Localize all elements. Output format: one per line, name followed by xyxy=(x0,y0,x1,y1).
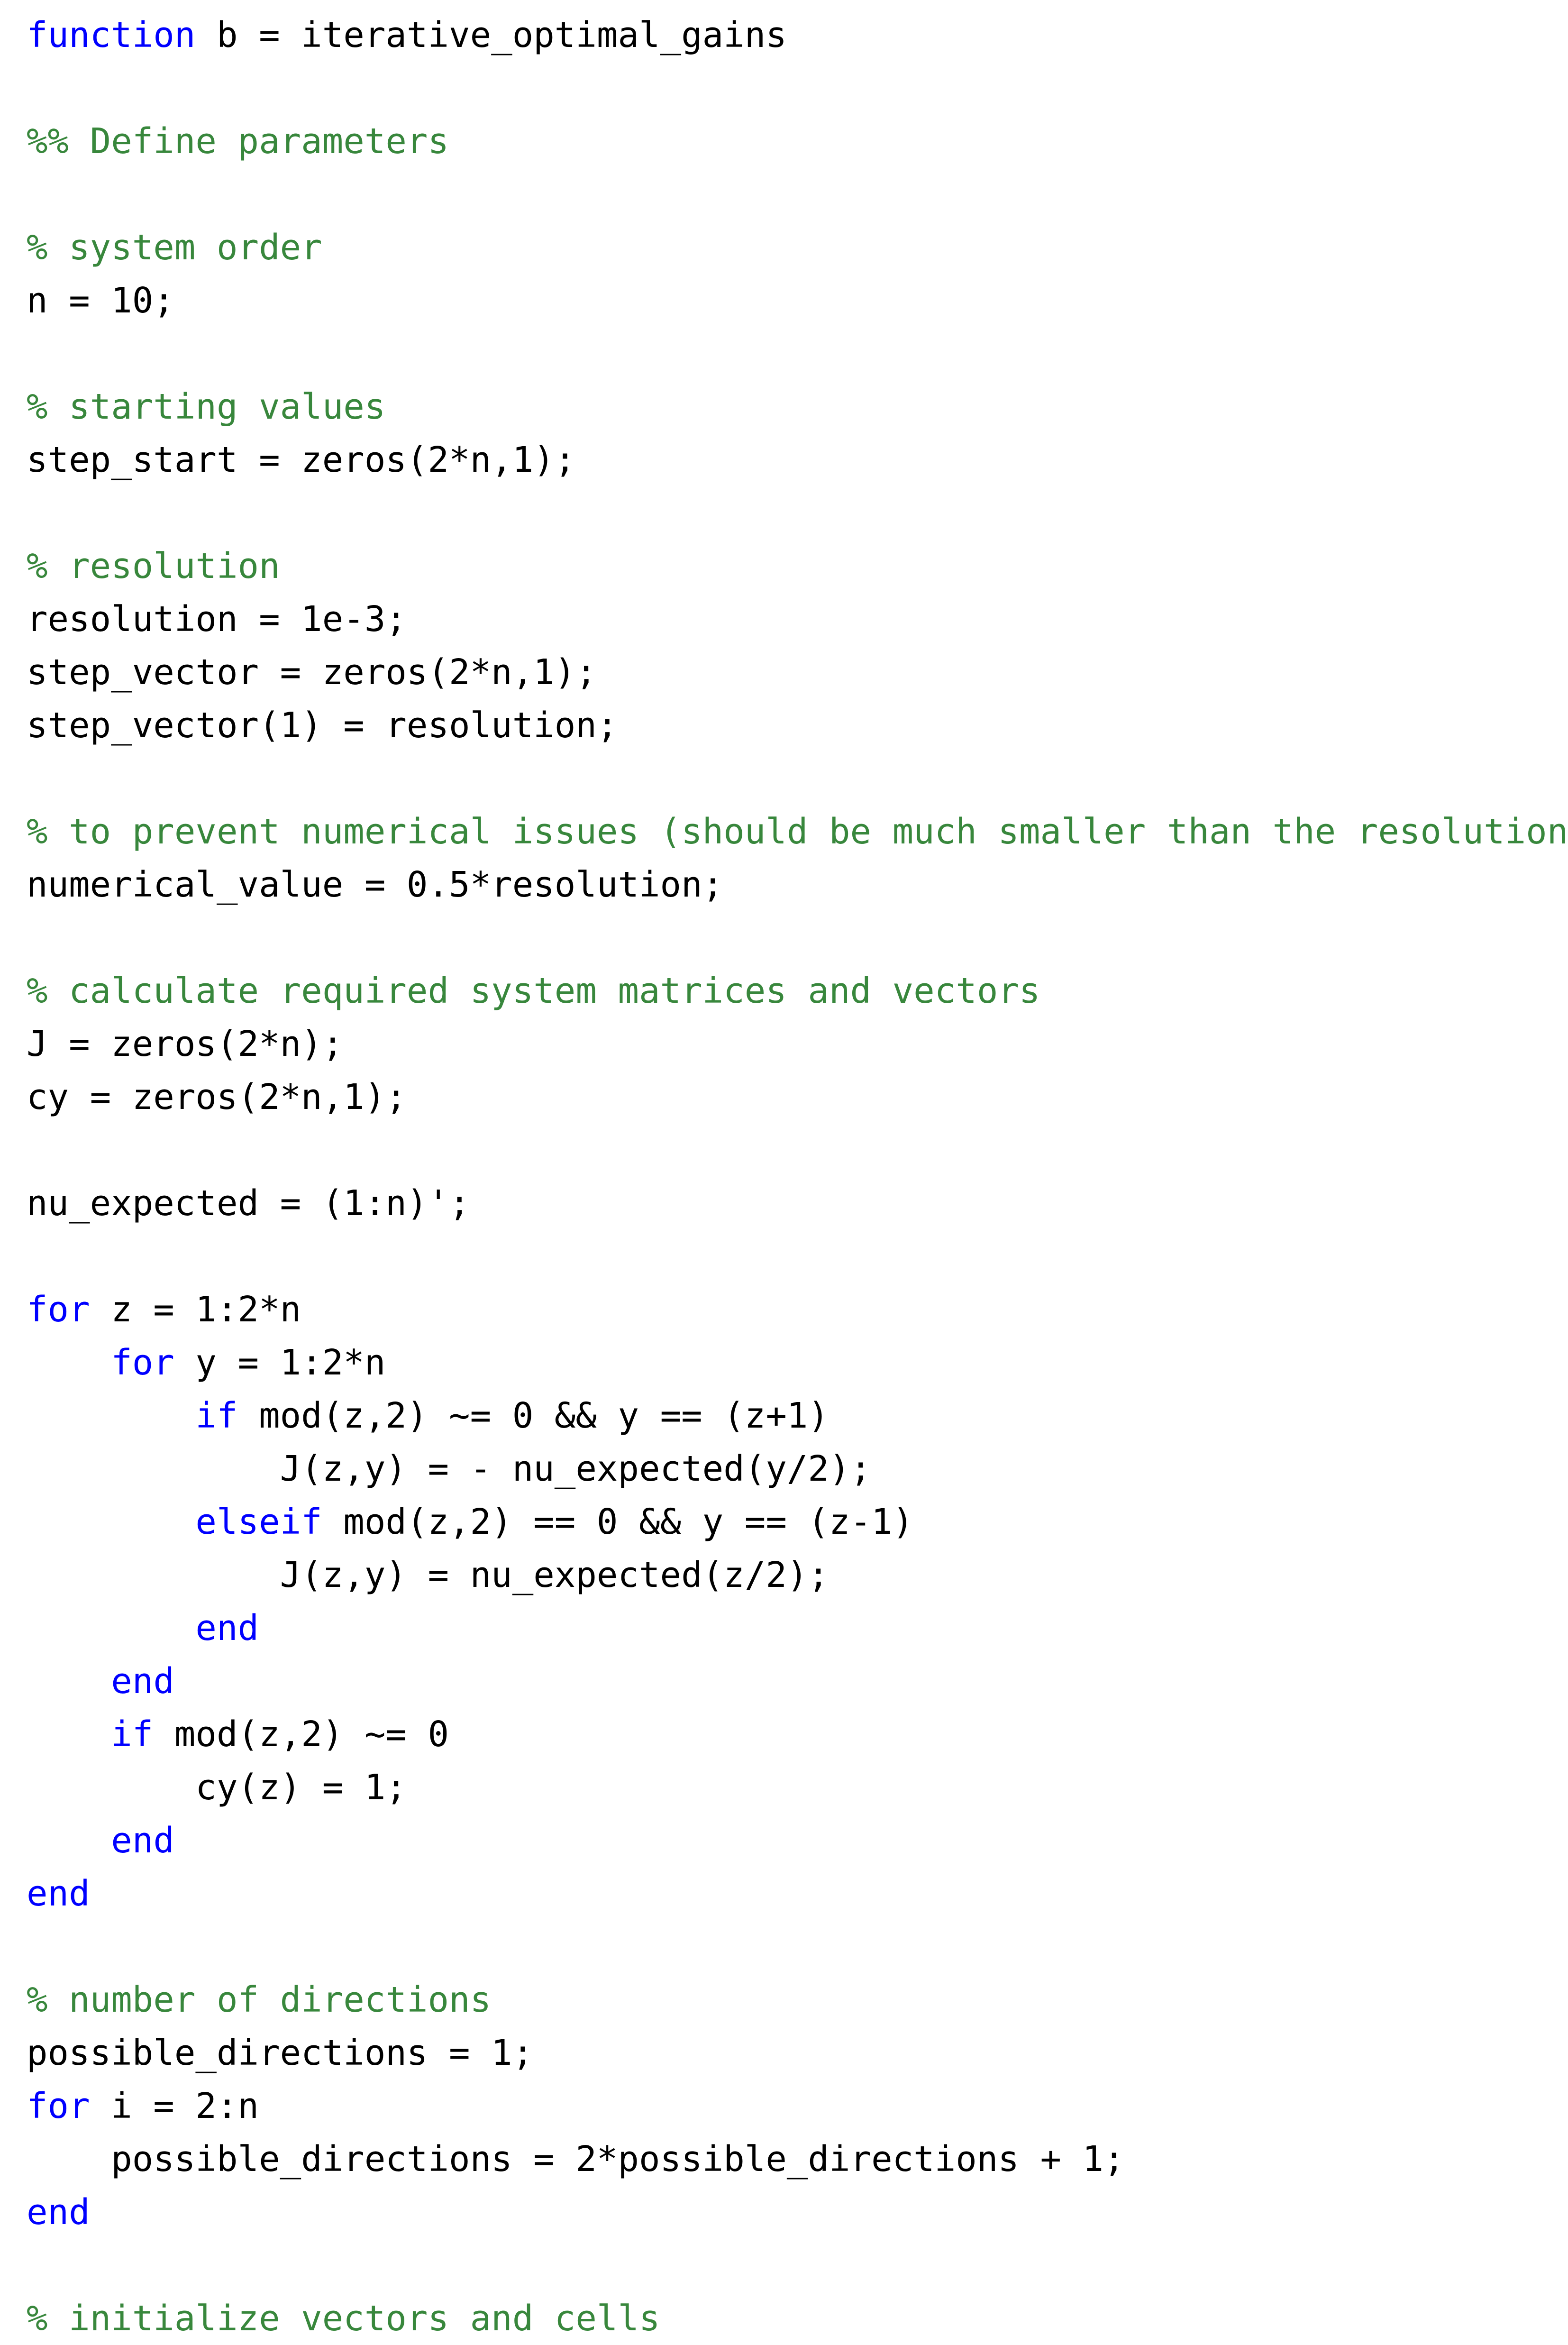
code-comment: % resolution xyxy=(27,546,280,586)
code-line: resolution = 1e-3; xyxy=(27,593,1568,646)
code-line: cy = zeros(2*n,1); xyxy=(27,1071,1568,1124)
code-line: cy(z) = 1; xyxy=(27,1761,1568,1814)
code-text: step_start = zeros(2*n,1); xyxy=(27,440,576,480)
code-text: nu_expected = (1:n)'; xyxy=(27,1183,470,1224)
code-text: cy(z) = 1; xyxy=(195,1767,407,1808)
code-line: end xyxy=(27,1602,1568,1655)
code-comment: % to prevent numerical issues (should be… xyxy=(27,811,1568,852)
code-text: n = 10; xyxy=(27,280,174,321)
code-comment: % calculate required system matrices and… xyxy=(27,971,1040,1011)
code-text: cy = zeros(2*n,1); xyxy=(27,1077,407,1118)
code-comment: % system order xyxy=(27,227,322,268)
code-keyword: elseif xyxy=(195,1502,322,1542)
code-line: % number of directions xyxy=(27,1973,1568,2026)
code-keyword: for xyxy=(111,1342,174,1383)
code-text: J(z,y) = - nu_expected(y/2); xyxy=(280,1448,872,1489)
code-text: mod(z,2) ~= 0 && y == (z+1) xyxy=(237,1395,829,1436)
code-text: i = 2:n xyxy=(90,2086,259,2126)
code-line: nu_expected = (1:n)'; xyxy=(27,1177,1568,1230)
code-keyword: end xyxy=(27,1873,90,1914)
code-line: step_vector = zeros(2*n,1); xyxy=(27,646,1568,699)
code-line: function b = iterative_optimal_gains xyxy=(27,9,1568,62)
code-line: J(z,y) = nu_expected(z/2); xyxy=(27,1548,1568,1602)
code-line: if mod(z,2) ~= 0 && y == (z+1) xyxy=(27,1389,1568,1442)
code-text: possible_directions = 2*possible_directi… xyxy=(111,2139,1125,2180)
code-line: % system order xyxy=(27,221,1568,274)
code-keyword: function xyxy=(27,15,196,55)
code-keyword: end xyxy=(111,1820,174,1861)
code-line: end xyxy=(27,2186,1568,2239)
code-line: elseif mod(z,2) == 0 && y == (z-1) xyxy=(27,1495,1568,1548)
code-text: resolution = 1e-3; xyxy=(27,599,407,640)
code-keyword: if xyxy=(195,1395,238,1436)
code-line: % starting values xyxy=(27,380,1568,433)
code-line: n = 10; xyxy=(27,274,1568,327)
code-text: possible_directions = 1; xyxy=(27,2033,534,2073)
code-keyword: for xyxy=(27,2086,90,2126)
code-line: % resolution xyxy=(27,540,1568,593)
code-text: b = iterative_optimal_gains xyxy=(195,15,787,55)
code-line: J(z,y) = - nu_expected(y/2); xyxy=(27,1442,1568,1495)
code-line: step_start = zeros(2*n,1); xyxy=(27,433,1568,486)
code-text: numerical_value = 0.5*resolution; xyxy=(27,864,724,905)
code-keyword: end xyxy=(111,1661,174,1702)
code-text: mod(z,2) ~= 0 xyxy=(153,1714,449,1755)
code-comment: % starting values xyxy=(27,386,386,427)
code-line: possible_directions = 2*possible_directi… xyxy=(27,2133,1568,2186)
code-line: for i = 2:n xyxy=(27,2079,1568,2133)
code-text: z = 1:2*n xyxy=(90,1289,301,1330)
code-text: step_vector = zeros(2*n,1); xyxy=(27,652,597,693)
code-line: %% Define parameters xyxy=(27,115,1568,168)
code-line: % calculate required system matrices and… xyxy=(27,964,1568,1017)
code-text: y = 1:2*n xyxy=(174,1342,386,1383)
code-line: if mod(z,2) ~= 0 xyxy=(27,1708,1568,1761)
code-line: step_vector(1) = resolution; xyxy=(27,699,1568,752)
code-line: numerical_value = 0.5*resolution; xyxy=(27,858,1568,911)
code-line: J = zeros(2*n); xyxy=(27,1017,1568,1071)
code-keyword: end xyxy=(27,2192,90,2233)
code-keyword: for xyxy=(27,1289,90,1330)
code-comment: % number of directions xyxy=(27,1979,492,2020)
code-text: mod(z,2) == 0 && y == (z-1) xyxy=(322,1502,914,1542)
code-line: % initialize vectors and cells xyxy=(27,2292,1568,2345)
code-comment: %% Define parameters xyxy=(27,121,449,162)
code-keyword: end xyxy=(195,1608,259,1649)
code-line: end xyxy=(27,1655,1568,1708)
code-line: end xyxy=(27,1867,1568,1920)
code-line: end xyxy=(27,1814,1568,1867)
code-text: J = zeros(2*n); xyxy=(27,1024,344,1064)
code-line: possible_directions = 1; xyxy=(27,2026,1568,2079)
code-line: % to prevent numerical issues (should be… xyxy=(27,805,1568,858)
code-line: for z = 1:2*n xyxy=(27,1283,1568,1336)
code-text: step_vector(1) = resolution; xyxy=(27,705,618,746)
code-text: J(z,y) = nu_expected(z/2); xyxy=(280,1555,829,1595)
code-keyword: if xyxy=(111,1714,154,1755)
code-line: for y = 1:2*n xyxy=(27,1336,1568,1389)
matlab-code-listing: function b = iterative_optimal_gains %% … xyxy=(0,0,1568,2345)
code-comment: % initialize vectors and cells xyxy=(27,2298,660,2339)
